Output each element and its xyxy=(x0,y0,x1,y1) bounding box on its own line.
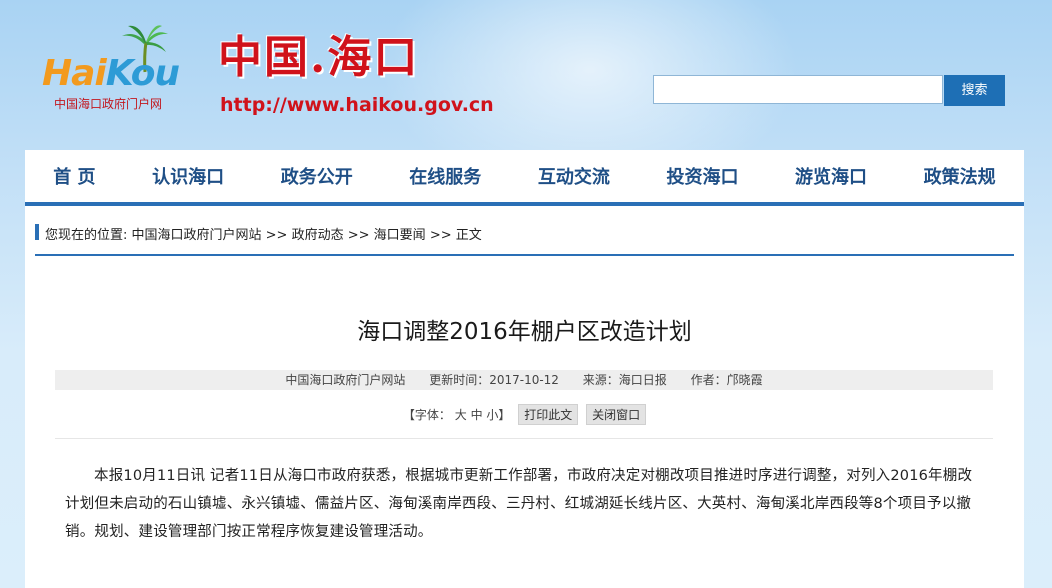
breadcrumb-text: 您现在的位置: 中国海口政府门户网站 >> 政府动态 >> 海口要闻 >> 正文 xyxy=(45,224,482,243)
breadcrumb: 您现在的位置: 中国海口政府门户网站 >> 政府动态 >> 海口要闻 >> 正文 xyxy=(35,220,1014,256)
search-button[interactable]: 搜索 xyxy=(944,75,1005,106)
font-size-large[interactable]: 大 xyxy=(455,408,467,422)
breadcrumb-item-current: 正文 xyxy=(455,228,482,243)
nav-item-online-services[interactable]: 在线服务 xyxy=(409,163,481,189)
article-meta: 中国海口政府门户网站 更新时间：2017-10-12 来源：海口日报 作者：邝晓… xyxy=(55,370,993,390)
breadcrumb-item-haikou-news[interactable]: 海口要闻 xyxy=(374,228,426,243)
article-title: 海口调整2016年棚户区改造计划 xyxy=(357,319,692,345)
nav-item-home[interactable]: 首 页 xyxy=(53,163,95,189)
font-size-medium[interactable]: 中 xyxy=(471,408,483,422)
meta-author: 作者：邝晓霞 xyxy=(690,373,763,387)
breadcrumb-item-portal[interactable]: 中国海口政府门户网站 xyxy=(132,228,262,243)
haikou-logo[interactable]: HaiKou 中国海口政府门户网 xyxy=(42,22,202,117)
article-body: 本报10月11日讯 记者11日从海口市政府获悉，根据城市更新工作部署，市政府决定… xyxy=(65,468,973,540)
logo-subtitle: 中国海口政府门户网 xyxy=(54,97,163,111)
content-divider xyxy=(55,438,993,439)
print-button[interactable]: 打印此文 xyxy=(518,404,579,425)
main-nav: 首 页 认识海口 政务公开 在线服务 互动交流 投资海口 游览海口 政策法规 xyxy=(25,150,1024,206)
font-size-label-end: 】 xyxy=(498,408,511,422)
breadcrumb-item-gov-news[interactable]: 政府动态 xyxy=(292,228,344,243)
nav-item-tourism[interactable]: 游览海口 xyxy=(795,163,867,189)
nav-item-policies[interactable]: 政策法规 xyxy=(924,163,996,189)
nav-item-government-affairs[interactable]: 政务公开 xyxy=(281,163,353,189)
breadcrumb-separator: >> xyxy=(343,228,374,243)
site-url[interactable]: http://www.haikou.gov.cn xyxy=(220,94,494,116)
font-size-small[interactable]: 小 xyxy=(486,408,498,422)
nav-item-interaction[interactable]: 互动交流 xyxy=(538,163,610,189)
site-title: 中国.海口 xyxy=(218,32,420,83)
search-input[interactable] xyxy=(653,75,943,104)
meta-origin: 来源：海口日报 xyxy=(582,373,667,387)
logo-wordmark: HaiKou xyxy=(42,53,180,94)
nav-item-about-haikou[interactable]: 认识海口 xyxy=(152,163,224,189)
article-tools: 【字体： 大 中 小】 打印此文 关闭窗口 xyxy=(25,404,1024,425)
breadcrumb-prefix: 您现在的位置: xyxy=(45,228,132,243)
content-panel: 您现在的位置: 中国海口政府门户网站 >> 政府动态 >> 海口要闻 >> 正文… xyxy=(25,206,1024,588)
breadcrumb-separator: >> xyxy=(261,228,292,243)
breadcrumb-separator: >> xyxy=(425,228,456,243)
meta-updated: 更新时间：2017-10-12 xyxy=(429,373,559,387)
nav-item-investment[interactable]: 投资海口 xyxy=(666,163,738,189)
close-window-button[interactable]: 关闭窗口 xyxy=(586,404,647,425)
font-size-label: 【字体： xyxy=(402,408,451,422)
meta-source-site: 中国海口政府门户网站 xyxy=(285,373,406,387)
breadcrumb-marker xyxy=(35,224,39,240)
